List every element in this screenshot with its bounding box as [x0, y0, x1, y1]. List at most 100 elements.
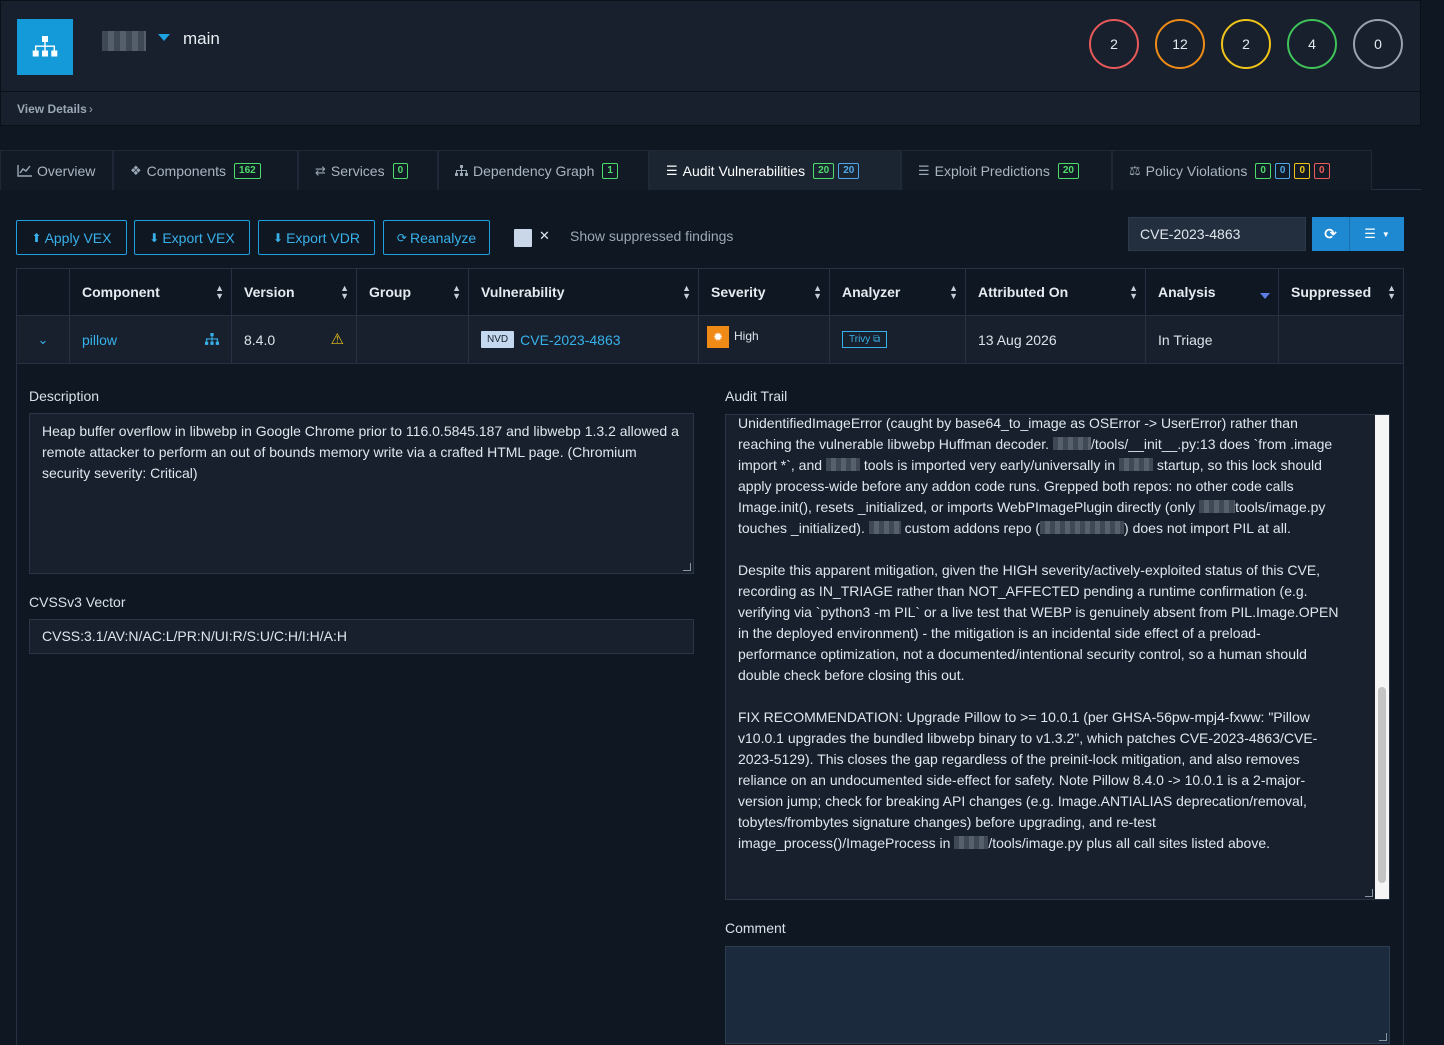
tab-audit-vulnerabilities[interactable]: ☰ Audit Vulnerabilities 20 20 [649, 150, 901, 190]
table-row: ⌄ pillow 8.4.0 ⚠ NVD CVE-2023-4863 ✹ Hig… [16, 316, 1404, 364]
sort-icon: ▲ ▼ [340, 283, 349, 301]
audit-vulnerabilities-audited-badge: 20 [838, 162, 860, 179]
services-count-badge: 0 [392, 162, 409, 179]
sort-icon: ▲ ▼ [813, 283, 822, 301]
chevron-right-icon: › [88, 102, 93, 116]
component-link[interactable]: pillow [82, 332, 117, 348]
sort-desc-icon [1260, 293, 1270, 299]
list-icon: ☰ [666, 162, 678, 178]
sort-icon: ▲ ▼ [215, 283, 224, 301]
column-header-label: Vulnerability [481, 284, 565, 300]
component-cell: pillow [70, 316, 232, 363]
analyzer-link[interactable]: Trivy ⧉ [842, 331, 888, 348]
tab-services-label: Services [330, 162, 385, 179]
sort-icon: ▲ ▼ [1129, 283, 1138, 301]
sort-icon: ▲ ▼ [949, 283, 958, 301]
column-header-component[interactable]: Component ▲ ▼ [70, 269, 232, 315]
description-text: Heap buffer overflow in libwebp in Googl… [42, 423, 679, 481]
analyzer-label: Trivy [849, 334, 871, 345]
sort-icon: ▲ ▼ [1387, 283, 1396, 301]
tab-services[interactable]: ⇄ Services 0 [298, 150, 438, 190]
export-vex-button[interactable]: ⬇ Export VEX [134, 220, 250, 255]
column-header-attributed-on[interactable]: Attributed On ▲ ▼ [966, 269, 1146, 315]
redacted-text [868, 521, 901, 534]
cvss-vector-field[interactable]: CVSS:3.1/AV:N/AC:L/PR:N/UI:R/S:U/C:H/I:H… [29, 619, 694, 654]
column-header-suppressed[interactable]: Suppressed ▲ ▼ [1279, 269, 1403, 315]
export-vdr-button[interactable]: ⬇ Export VDR [258, 220, 375, 255]
resize-handle[interactable] [1379, 1033, 1387, 1041]
warning-icon: ⚠ [330, 331, 344, 348]
severity-label: High [734, 329, 759, 343]
column-toggle-button[interactable]: ☰ ▼ [1350, 217, 1404, 251]
export-vdr-label: Export VDR [286, 229, 360, 246]
view-details-link[interactable]: View Details › [17, 102, 93, 116]
sort-icon: ▲ ▼ [452, 283, 461, 301]
expand-column-header [17, 269, 70, 315]
redacted-text [825, 458, 860, 471]
column-header-analysis[interactable]: Analysis [1146, 269, 1279, 315]
cubes-icon: ❖ [130, 162, 142, 178]
column-header-vulnerability[interactable]: Vulnerability ▲ ▼ [469, 269, 699, 315]
policy-violations-warn-badge: 0 [1294, 162, 1311, 179]
show-suppressed-toggle[interactable] [514, 229, 532, 247]
refresh-icon: ⟳ [1324, 226, 1337, 243]
close-icon: ✕ [539, 228, 550, 243]
column-header-severity[interactable]: Severity ▲ ▼ [699, 269, 830, 315]
tab-overview-label: Overview [37, 162, 96, 179]
components-count-badge: 162 [234, 162, 261, 179]
resize-handle[interactable] [683, 563, 691, 571]
redacted-text [1052, 437, 1091, 450]
sitemap-icon [455, 164, 468, 176]
redacted-text [1040, 521, 1125, 534]
scrollbar-thumb[interactable] [1378, 687, 1386, 883]
apply-vex-label: Apply VEX [44, 229, 112, 246]
apply-vex-button[interactable]: ⬆ Apply VEX [16, 220, 127, 255]
column-header-label: Analysis [1158, 284, 1216, 300]
external-link-icon: ⧉ [873, 334, 881, 345]
column-header-label: Version [244, 284, 295, 300]
column-header-version[interactable]: Version ▲ ▼ [232, 269, 357, 315]
high-count-badge: 12 [1155, 19, 1205, 69]
attributed-on-cell: 13 Aug 2026 [966, 316, 1146, 363]
tab-audit-vulnerabilities-label: Audit Vulnerabilities [682, 162, 806, 179]
dependency-graph-count-badge: 1 [602, 162, 618, 179]
project-version-dropdown[interactable] [158, 34, 170, 41]
critical-count-badge: 2 [1089, 19, 1139, 69]
cvss-label: CVSSv3 Vector [29, 594, 126, 610]
tab-dependency-graph[interactable]: Dependency Graph 1 [438, 150, 649, 190]
severity-cell: ✹ High [699, 316, 830, 363]
audit-trail-text: UnidentifiedImageError (caught by base64… [738, 415, 1339, 851]
audit-vulnerabilities-panel: ⬆ Apply VEX ⬇ Export VEX ⬇ Export VDR ⟳ Rean… [0, 190, 1421, 1045]
sitemap-icon[interactable] [205, 333, 219, 346]
tab-overview[interactable]: Overview [0, 150, 113, 190]
audit-vulnerabilities-count-badge: 20 [813, 162, 835, 179]
expand-row-toggle[interactable]: ⌄ [17, 316, 70, 363]
vulnerability-link[interactable]: CVE-2023-4863 [520, 332, 620, 348]
policy-violations-total-badge: 0 [1255, 162, 1271, 179]
list-icon: ☰ [1364, 226, 1376, 241]
column-header-analyzer[interactable]: Analyzer ▲ ▼ [830, 269, 966, 315]
comment-label: Comment [725, 920, 786, 936]
chevron-down-icon: ⌄ [37, 331, 49, 347]
analysis-cell: In Triage [1146, 316, 1279, 363]
tab-exploit-predictions[interactable]: ☰ Exploit Predictions 20 [901, 150, 1112, 190]
column-header-label: Attributed On [978, 284, 1069, 300]
column-header-group[interactable]: Group ▲ ▼ [357, 269, 469, 315]
cvss-vector-value: CVSS:3.1/AV:N/AC:L/PR:N/UI:R/S:U/C:H/I:H… [42, 628, 347, 644]
tab-components[interactable]: ❖ Components 162 [113, 150, 298, 190]
audit-trail-scrollbar[interactable] [1375, 415, 1389, 899]
search-input[interactable] [1128, 217, 1306, 251]
source-badge: NVD [481, 331, 515, 348]
reanalyze-label: Reanalyze [409, 229, 477, 246]
resize-handle[interactable] [1365, 889, 1373, 897]
description-textarea[interactable]: Heap buffer overflow in libwebp in Googl… [29, 413, 694, 574]
column-header-label: Suppressed [1291, 284, 1372, 300]
refresh-button[interactable]: ⟳ [1312, 217, 1350, 251]
view-details-label: View Details [17, 102, 87, 116]
tab-policy-violations[interactable]: ⚖ Policy Violations 0 0 0 0 [1112, 150, 1372, 190]
reanalyze-button[interactable]: ⟳ Reanalyze [383, 220, 490, 255]
low-count-badge: 4 [1287, 19, 1337, 69]
comment-textarea[interactable] [725, 946, 1390, 1044]
audit-trail-textarea[interactable]: UnidentifiedImageError (caught by base64… [725, 414, 1390, 900]
project-group-redacted [102, 31, 146, 51]
